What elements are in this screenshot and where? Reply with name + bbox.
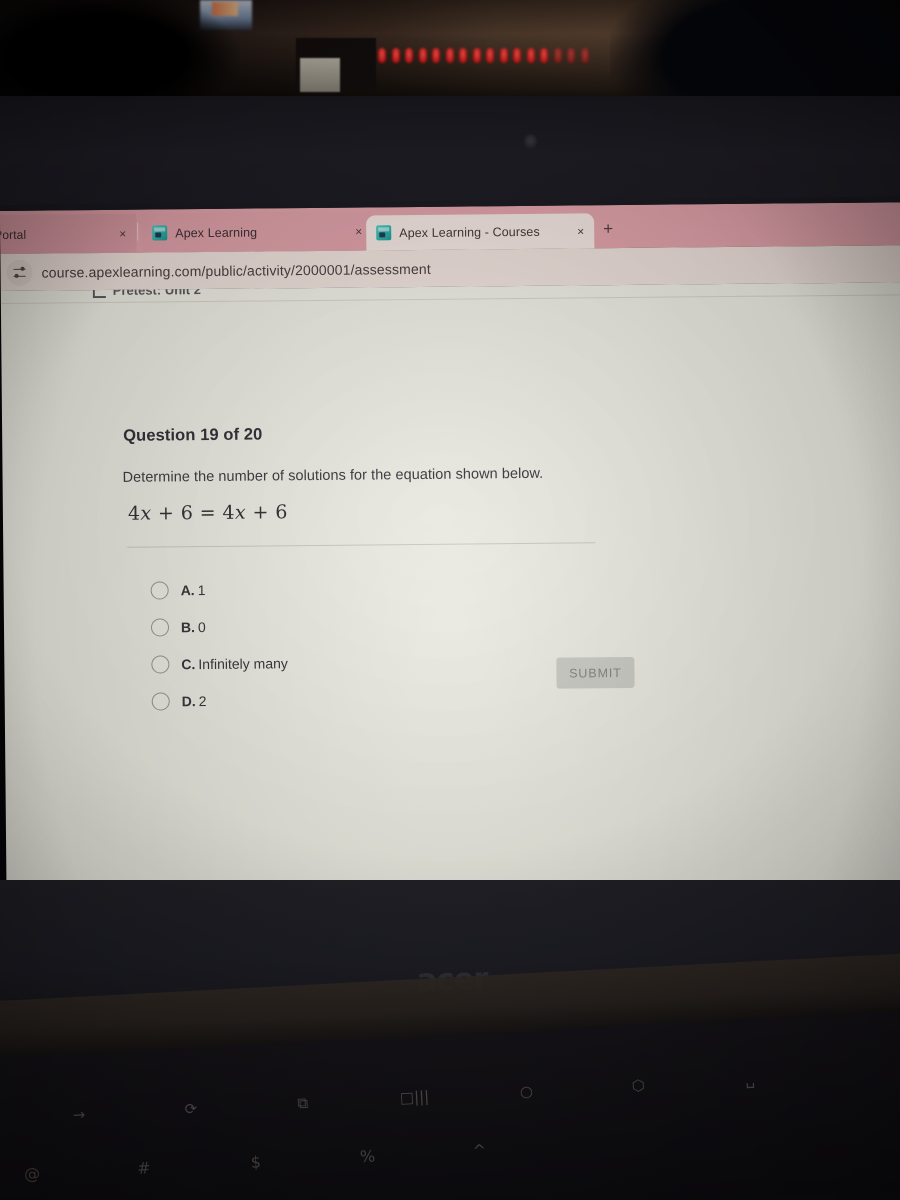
tab-apex-learning-courses[interactable]: Apex Learning - Courses × [366,213,595,251]
tab-label: Apex Learning [175,225,258,240]
led-light [445,48,454,63]
option-text: 2 [198,692,207,709]
page-title: Question 19 of 20 [123,425,263,445]
tab-portal[interactable]: Portal × [0,213,137,255]
option-letter: D. [181,692,196,709]
answer-option-label: B. 0 [181,619,206,635]
led-light [391,48,400,63]
equation-rhs-const: 6 [275,501,288,524]
led-light [418,48,427,63]
answer-divider [127,542,596,548]
question-prompt: Determine the number of solutions for th… [122,465,544,486]
equation-display: 4x + 6 = 4x + 6 [128,501,288,525]
tab-separator [137,222,139,241]
answer-options-list: A. 1 B. 0 C. Infinitely many D. 2 [150,570,288,719]
function-key-row[interactable]: → ⟳ ⧉ □||| ○ ⬡ ␣ [23,1062,900,1127]
led-light [567,48,575,63]
number-key[interactable]: # [87,1156,200,1181]
equation-rhs-var: x [234,501,247,524]
room-shadow-left [0,0,240,100]
submit-button[interactable]: SUBMIT [556,656,635,689]
photo-scene: Portal × Apex Learning × Apex Learning -… [0,0,900,1200]
number-key[interactable]: $ [199,1150,312,1175]
tab-close-icon[interactable]: × [571,224,584,238]
shelf-object-light [300,58,340,92]
led-light [540,48,548,63]
number-key-row[interactable]: @ # $% ^ [0,1120,875,1186]
tab-label: Portal [0,227,27,242]
equation-rhs-coef: 4 [222,501,236,524]
tab-label: Apex Learning - Courses [399,224,540,240]
equation-rhs-plus: + [252,501,270,524]
led-light [499,48,508,63]
room-background [0,0,900,110]
function-key[interactable]: ␣ [694,1068,807,1092]
option-letter: A. [180,581,195,598]
answer-option-d[interactable]: D. 2 [151,681,289,719]
answer-option-label: D. 2 [182,693,207,709]
radio-button-c[interactable] [151,654,170,674]
equation-equals: = [199,501,217,525]
led-light [378,48,386,63]
led-light [513,48,521,63]
equation-lhs-const: 6 [180,502,194,525]
page-content: Pretest: Unit 2 Question 19 of 20 Determ… [0,282,900,891]
option-text: Infinitely many [198,654,288,672]
browser-window: Portal × Apex Learning × Apex Learning -… [0,202,900,891]
led-light [580,48,589,63]
radio-button-b[interactable] [150,617,170,637]
apex-favicon-icon [376,225,392,241]
equation-lhs-plus: + [157,502,175,525]
led-light [405,48,413,63]
answer-option-label: C. Infinitely many [181,655,288,672]
function-key[interactable]: ○ [470,1079,583,1103]
tab-close-icon[interactable]: × [349,224,362,238]
equation-lhs-var: x [140,502,152,525]
equation-lhs-coef: 4 [127,502,141,525]
radio-button-d[interactable] [151,691,170,711]
radio-button-a[interactable] [150,580,169,600]
led-light [432,48,440,63]
number-key[interactable]: ^ [423,1138,536,1163]
red-led-strip [378,48,608,64]
number-key[interactable]: % [311,1144,424,1169]
function-key[interactable]: ⬡ [582,1074,695,1098]
option-letter: C. [181,655,196,672]
led-light [459,48,467,63]
answer-option-label: A. 1 [181,582,206,598]
tune-sliders-icon[interactable] [6,259,33,286]
laptop-top-bezel [0,96,900,212]
led-light [486,48,494,63]
function-key[interactable]: ⧉ [246,1091,359,1115]
apex-favicon-icon [152,225,168,241]
answer-option-c[interactable]: C. Infinitely many [151,644,288,682]
function-key[interactable]: ⟳ [134,1097,247,1121]
answer-option-a[interactable]: A. 1 [150,570,287,608]
new-tab-button[interactable]: + [598,219,618,240]
led-light [472,48,481,63]
tab-close-icon[interactable]: × [113,226,126,240]
tab-apex-learning[interactable]: Apex Learning × [142,211,373,253]
function-key[interactable]: → [23,1103,136,1127]
address-bar-url[interactable]: course.apexlearning.com/public/activity/… [42,260,431,280]
led-light [553,48,562,63]
room-shadow-right [610,0,900,110]
function-key[interactable]: □||| [358,1085,471,1109]
option-letter: B. [180,618,196,635]
led-light [526,48,535,63]
option-text: 0 [197,618,206,635]
number-key[interactable]: @ [0,1161,88,1186]
webcam-icon [524,134,537,149]
option-text: 1 [197,581,206,598]
answer-option-b[interactable]: B. 0 [150,607,288,645]
